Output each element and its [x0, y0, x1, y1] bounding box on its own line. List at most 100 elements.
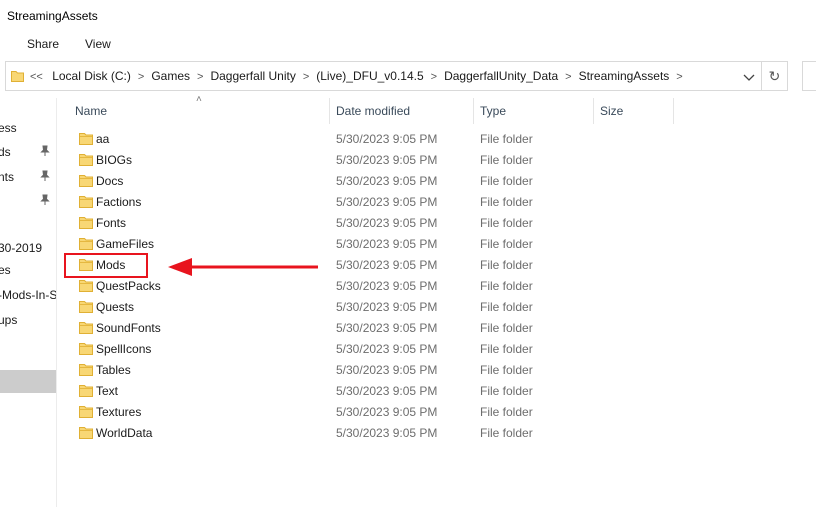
file-row[interactable]: GameFiles 5/30/2023 9:05 PM File folder [57, 234, 816, 255]
nav-item-label: es [0, 263, 11, 277]
column-divider[interactable] [329, 98, 330, 124]
column-header-type[interactable]: Type [480, 104, 506, 118]
folder-icon [79, 342, 93, 355]
folder-icon [79, 279, 93, 292]
file-name[interactable]: GameFiles [96, 237, 154, 251]
pin-icon[interactable] [40, 170, 50, 182]
sort-ascending-icon: ˄ [196, 94, 202, 105]
folder-icon [79, 216, 93, 229]
folder-icon [79, 237, 93, 250]
nav-item-label: ds [0, 145, 11, 159]
file-name[interactable]: Textures [96, 405, 141, 419]
file-name[interactable]: Tables [96, 363, 131, 377]
column-header-size[interactable]: Size [600, 104, 623, 118]
file-type: File folder [480, 195, 533, 209]
column-header-date[interactable]: Date modified [336, 104, 410, 118]
breadcrumb-separator-icon[interactable]: > [431, 71, 437, 83]
folder-icon [79, 321, 93, 334]
file-type: File folder [480, 216, 533, 230]
pin-icon[interactable] [40, 145, 50, 157]
file-name[interactable]: SoundFonts [96, 321, 161, 335]
file-row[interactable]: SoundFonts 5/30/2023 9:05 PM File folder [57, 318, 816, 339]
file-date-modified: 5/30/2023 9:05 PM [336, 237, 438, 251]
file-date-modified: 5/30/2023 9:05 PM [336, 384, 438, 398]
refresh-icon: ↻ [768, 67, 781, 84]
column-divider[interactable] [673, 98, 674, 124]
pin-icon[interactable] [40, 194, 50, 206]
breadcrumb-separator-icon[interactable]: > [138, 71, 144, 83]
file-name[interactable]: Quests [96, 300, 134, 314]
breadcrumb-item[interactable]: Local Disk (C:) [52, 69, 131, 83]
breadcrumb: << Local Disk (C:) > Games > Daggerfall Unit… [30, 69, 690, 83]
file-type: File folder [480, 132, 533, 146]
column-divider[interactable] [473, 98, 474, 124]
breadcrumb-item[interactable]: Games [151, 69, 190, 83]
folder-icon [79, 426, 93, 439]
nav-item[interactable]: nts [0, 168, 56, 186]
nav-item[interactable]: ess [0, 119, 56, 137]
folder-icon [79, 174, 93, 187]
file-name[interactable]: BIOGs [96, 153, 132, 167]
file-row[interactable]: BIOGs 5/30/2023 9:05 PM File folder [57, 150, 816, 171]
breadcrumb-separator-icon[interactable]: > [303, 71, 309, 83]
file-row[interactable]: Factions 5/30/2023 9:05 PM File folder [57, 192, 816, 213]
file-row[interactable]: SpellIcons 5/30/2023 9:05 PM File folder [57, 339, 816, 360]
file-type: File folder [480, 384, 533, 398]
breadcrumb-item[interactable]: StreamingAssets [579, 69, 670, 83]
file-row[interactable]: WorldData 5/30/2023 9:05 PM File folder [57, 423, 816, 444]
tab-share[interactable]: Share [27, 37, 59, 51]
search-input[interactable] [802, 61, 816, 91]
nav-item[interactable] [0, 192, 56, 210]
breadcrumb-item[interactable]: DaggerfallUnity_Data [444, 69, 558, 83]
file-name[interactable]: WorldData [96, 426, 152, 440]
file-type: File folder [480, 426, 533, 440]
breadcrumb-separator-icon[interactable]: > [565, 71, 571, 83]
file-row[interactable]: aa 5/30/2023 9:05 PM File folder [57, 129, 816, 150]
file-row[interactable]: Textures 5/30/2023 9:05 PM File folder [57, 402, 816, 423]
column-header-name[interactable]: Name [75, 104, 107, 118]
navigation-pane: ess ds nts 30-2019 es -Mods-In-S ups [0, 98, 57, 507]
file-type: File folder [480, 363, 533, 377]
nav-item[interactable]: es [0, 261, 56, 279]
file-date-modified: 5/30/2023 9:05 PM [336, 153, 438, 167]
file-name[interactable]: Text [96, 384, 118, 398]
file-row[interactable]: Text 5/30/2023 9:05 PM File folder [57, 381, 816, 402]
breadcrumb-item[interactable]: (Live)_DFU_v0.14.5 [316, 69, 423, 83]
nav-item-selected[interactable] [0, 370, 56, 393]
folder-icon [79, 384, 93, 397]
breadcrumb-separator-icon[interactable]: > [197, 71, 203, 83]
refresh-button[interactable]: ↻ [762, 61, 788, 91]
file-name[interactable]: Fonts [96, 216, 126, 230]
breadcrumb-separator-icon[interactable]: > [676, 71, 682, 83]
file-row[interactable]: Docs 5/30/2023 9:05 PM File folder [57, 171, 816, 192]
file-row[interactable]: Fonts 5/30/2023 9:05 PM File folder [57, 213, 816, 234]
file-name[interactable]: Docs [96, 174, 123, 188]
breadcrumb-item[interactable]: Daggerfall Unity [210, 69, 295, 83]
column-divider[interactable] [593, 98, 594, 124]
tab-view[interactable]: View [85, 37, 111, 51]
address-bar[interactable]: << Local Disk (C:) > Games > Daggerfall Unit… [5, 61, 762, 91]
folder-icon [79, 300, 93, 313]
file-name[interactable]: aa [96, 132, 109, 146]
nav-item-label: ups [0, 313, 18, 327]
breadcrumb-overflow-button[interactable]: << [30, 71, 43, 83]
nav-item-label: ess [0, 121, 17, 135]
chevron-down-icon[interactable] [742, 71, 756, 83]
folder-icon [79, 132, 93, 145]
file-date-modified: 5/30/2023 9:05 PM [336, 132, 438, 146]
nav-item[interactable]: 30-2019 [0, 239, 56, 257]
file-row[interactable]: Quests 5/30/2023 9:05 PM File folder [57, 297, 816, 318]
file-name[interactable]: Factions [96, 195, 141, 209]
file-row[interactable]: Tables 5/30/2023 9:05 PM File folder [57, 360, 816, 381]
nav-item-label: nts [0, 170, 15, 184]
nav-item[interactable]: ups [0, 311, 56, 329]
file-row[interactable]: QuestPacks 5/30/2023 9:05 PM File folder [57, 276, 816, 297]
file-name[interactable]: QuestPacks [96, 279, 161, 293]
file-name[interactable]: SpellIcons [96, 342, 151, 356]
nav-item[interactable]: ds [0, 143, 56, 161]
folder-icon [79, 195, 93, 208]
nav-item[interactable]: -Mods-In-S [0, 286, 56, 304]
file-type: File folder [480, 153, 533, 167]
file-type: File folder [480, 237, 533, 251]
file-date-modified: 5/30/2023 9:05 PM [336, 300, 438, 314]
